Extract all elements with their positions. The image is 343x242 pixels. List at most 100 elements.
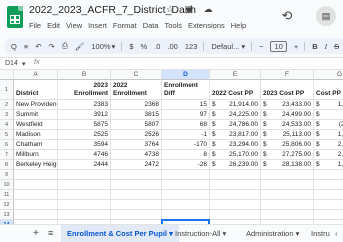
- cell-e2022[interactable]: 3815: [111, 110, 162, 120]
- empty-cell[interactable]: [314, 210, 343, 220]
- print-icon[interactable]: ⎙: [62, 41, 68, 51]
- row-header-10[interactable]: 10: [0, 180, 14, 190]
- menu-insert[interactable]: Insert: [88, 21, 107, 30]
- name-box[interactable]: D14: [5, 60, 18, 67]
- cell-e2023[interactable]: 3912: [58, 110, 111, 120]
- history-icon[interactable]: ⟲: [278, 7, 296, 25]
- cell-district[interactable]: Westfield: [14, 120, 58, 130]
- font-size-increase-button[interactable]: +: [294, 42, 298, 51]
- row-header-11[interactable]: 11: [0, 190, 14, 200]
- increase-decimal-button[interactable]: .00: [167, 42, 177, 51]
- row-header-9[interactable]: 9: [0, 170, 14, 180]
- row-header-1[interactable]: 1: [0, 80, 14, 100]
- cell-e2023[interactable]: 3594: [58, 140, 111, 150]
- empty-cell[interactable]: [58, 190, 111, 200]
- empty-cell[interactable]: [210, 170, 261, 180]
- decrease-decimal-button[interactable]: .0: [154, 42, 160, 51]
- spreadsheet-grid[interactable]: ABCDEFG123456789101112131415District2023…: [0, 70, 343, 224]
- strikethrough-button[interactable]: S: [334, 42, 339, 51]
- empty-cell[interactable]: [314, 170, 343, 180]
- cell-costdiff[interactable]: $ (253.00): [314, 120, 343, 130]
- cell-cost2023[interactable]: $24,499.00: [261, 110, 314, 120]
- font-select[interactable]: Defaul...: [211, 42, 239, 51]
- select-all-corner[interactable]: [0, 70, 14, 80]
- cell-cost2023[interactable]: $24,533.00: [261, 120, 314, 130]
- cell-costdiff[interactable]: $1,519.00: [314, 100, 343, 110]
- empty-cell[interactable]: [111, 190, 162, 200]
- cell-district[interactable]: Berkeley Heights: [14, 160, 58, 170]
- menu-format[interactable]: Format: [113, 21, 137, 30]
- currency-format-button[interactable]: $: [129, 42, 133, 51]
- menu-help[interactable]: Help: [231, 21, 246, 30]
- empty-cell[interactable]: [261, 210, 314, 220]
- header-cell-c[interactable]: 2022 Enrollment: [111, 80, 162, 100]
- cell-costdiff[interactable]: $2,512.00: [314, 140, 343, 150]
- empty-cell[interactable]: [162, 190, 210, 200]
- tab-administration[interactable]: Administration ▾: [246, 225, 299, 242]
- row-header-7[interactable]: 7: [0, 150, 14, 160]
- column-header-f[interactable]: F: [261, 70, 314, 80]
- menu-data[interactable]: Data: [143, 21, 159, 30]
- empty-cell[interactable]: [314, 200, 343, 210]
- empty-cell[interactable]: [58, 200, 111, 210]
- column-header-c[interactable]: C: [111, 70, 162, 80]
- cell-e2023[interactable]: 2444: [58, 160, 111, 170]
- empty-cell[interactable]: [14, 170, 58, 180]
- row-header-12[interactable]: 12: [0, 200, 14, 210]
- empty-cell[interactable]: [210, 200, 261, 210]
- empty-cell[interactable]: [58, 180, 111, 190]
- menu-tools[interactable]: Tools: [165, 21, 183, 30]
- header-cell-f[interactable]: 2023 Cost PP: [261, 80, 314, 100]
- cell-cost2022[interactable]: $26,239.00: [210, 160, 261, 170]
- empty-cell[interactable]: [314, 190, 343, 200]
- empty-cell[interactable]: [210, 210, 261, 220]
- row-header-13[interactable]: 13: [0, 210, 14, 220]
- cell-e2022[interactable]: 2526: [111, 130, 162, 140]
- italic-button[interactable]: I: [325, 42, 328, 51]
- cell-cost2022[interactable]: $25,170.00: [210, 150, 261, 160]
- empty-cell[interactable]: [210, 190, 261, 200]
- empty-cell[interactable]: [111, 200, 162, 210]
- row-header-2[interactable]: 2: [0, 100, 14, 110]
- empty-cell[interactable]: [261, 200, 314, 210]
- cell-e2023[interactable]: 2525: [58, 130, 111, 140]
- empty-cell[interactable]: [58, 210, 111, 220]
- cell-cost2023[interactable]: $23,433.00: [261, 100, 314, 110]
- column-header-b[interactable]: B: [58, 70, 111, 80]
- empty-cell[interactable]: [314, 180, 343, 190]
- font-size-input[interactable]: 10: [270, 40, 287, 52]
- column-header-g[interactable]: G: [314, 70, 343, 80]
- cell-e2022[interactable]: 2368: [111, 100, 162, 110]
- cell-e2023[interactable]: 2383: [58, 100, 111, 110]
- percent-format-button[interactable]: %: [140, 42, 147, 51]
- tab-instruction-all[interactable]: Instruction-All ▾: [175, 225, 226, 242]
- empty-cell[interactable]: [58, 170, 111, 180]
- header-cell-g[interactable]: Cost PP Diff: [314, 80, 343, 100]
- font-size-decrease-button[interactable]: −: [259, 42, 263, 51]
- cell-district[interactable]: Summit: [14, 110, 58, 120]
- cell-e2022[interactable]: 3764: [111, 140, 162, 150]
- menu-edit[interactable]: Edit: [47, 21, 60, 30]
- cell-cost2023[interactable]: $27,275.00: [261, 150, 314, 160]
- cell-costdiff[interactable]: $1,899.00: [314, 160, 343, 170]
- search-menus-icon[interactable]: Q: [11, 42, 17, 51]
- tab-instru[interactable]: Instru: [311, 225, 330, 242]
- number-format-button[interactable]: 123: [185, 42, 198, 51]
- empty-cell[interactable]: [111, 210, 162, 220]
- cell-diff[interactable]: 15: [162, 100, 210, 110]
- menu-file[interactable]: File: [29, 21, 41, 30]
- empty-cell[interactable]: [162, 200, 210, 210]
- cell-e2023[interactable]: 5875: [58, 120, 111, 130]
- header-cell-a[interactable]: District: [14, 80, 58, 100]
- cell-diff[interactable]: 68: [162, 120, 210, 130]
- cell-cost2023[interactable]: $28,138.00: [261, 160, 314, 170]
- cell-cost2022[interactable]: $21,914.00: [210, 100, 261, 110]
- empty-cell[interactable]: [14, 200, 58, 210]
- cell-diff[interactable]: -170: [162, 140, 210, 150]
- empty-cell[interactable]: [14, 210, 58, 220]
- empty-cell[interactable]: [111, 180, 162, 190]
- cell-cost2023[interactable]: $25,806.00: [261, 140, 314, 150]
- cell-costdiff[interactable]: $2,105.00: [314, 150, 343, 160]
- cell-e2022[interactable]: 4738: [111, 150, 162, 160]
- cell-e2023[interactable]: 4746: [58, 150, 111, 160]
